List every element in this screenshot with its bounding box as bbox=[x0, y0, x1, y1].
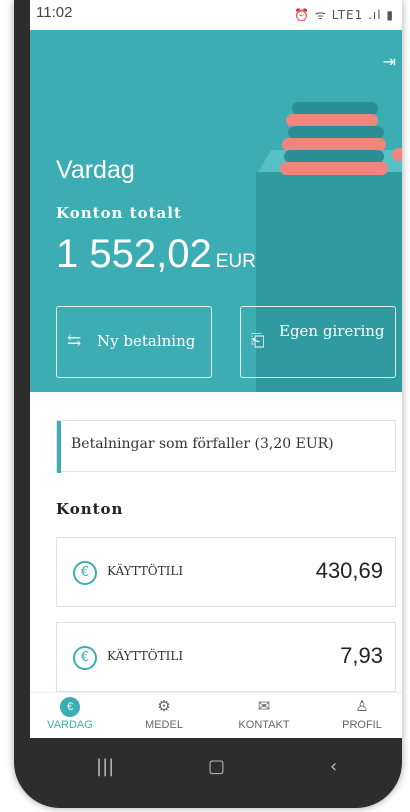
nav-vardag[interactable]: € VARDAG bbox=[30, 693, 110, 738]
new-payment-button[interactable]: ⇆ Ny betalning bbox=[56, 306, 212, 378]
wallet-icon: ⎗ bbox=[251, 331, 265, 351]
euro-icon: € bbox=[60, 697, 80, 717]
recent-apps-icon[interactable]: ||| bbox=[96, 756, 114, 777]
account-balance: 430,69 bbox=[315, 558, 383, 583]
status-time: 11:02 bbox=[36, 4, 73, 21]
nav-profil[interactable]: ♙ PROFIL bbox=[322, 693, 402, 738]
due-accent-bar bbox=[57, 421, 61, 473]
nav-label: VARDAG bbox=[47, 719, 93, 731]
total-amount: 1 552,02 EUR bbox=[56, 232, 256, 277]
due-payments-text: Betalningar som förfaller (3,20 EUR) bbox=[71, 436, 334, 452]
due-payments-card[interactable]: Betalningar som förfaller (3,20 EUR) bbox=[56, 420, 396, 473]
account-card[interactable]: € KÄYTTÖTILI 7,93 bbox=[56, 622, 396, 692]
own-transfer-button[interactable]: ⎗ Egen girering bbox=[240, 306, 396, 378]
coin-illustration bbox=[392, 148, 402, 161]
account-name: KÄYTTÖTILI bbox=[107, 649, 184, 663]
account-name: KÄYTTÖTILI bbox=[107, 564, 184, 578]
hero-banner: ⇥ Vardag Konton totalt 1 552,02 EUR ⇆ Ny … bbox=[30, 30, 402, 392]
nav-label: PROFIL bbox=[342, 719, 382, 731]
nav-kontakt[interactable]: ✉ KONTAKT bbox=[224, 693, 304, 738]
status-bar: 11:02 ⏰ ᯤ LTE1 .ıl ▮ bbox=[30, 0, 402, 30]
nav-label: MEDEL bbox=[145, 719, 183, 731]
accounts-heading: Konton bbox=[56, 500, 124, 518]
app-screen: 11:02 ⏰ ᯤ LTE1 .ıl ▮ ⇥ Vardag Konton tot… bbox=[30, 0, 402, 738]
nav-label: KONTAKT bbox=[238, 719, 290, 731]
own-transfer-label: Egen girering bbox=[279, 322, 385, 340]
total-amount-value: 1 552,02 bbox=[56, 232, 212, 276]
main-content: Betalningar som förfaller (3,20 EUR) Kon… bbox=[30, 392, 402, 692]
account-card[interactable]: € KÄYTTÖTILI 430,69 bbox=[56, 537, 396, 607]
envelope-icon: ✉ bbox=[257, 698, 271, 715]
account-balance: 7,93 bbox=[340, 643, 383, 668]
home-icon[interactable]: ▢ bbox=[208, 756, 225, 777]
transfer-arrows-icon: ⇆ bbox=[67, 331, 82, 351]
coin-illustration bbox=[280, 162, 388, 175]
nav-medel[interactable]: ⚙ MEDEL bbox=[124, 693, 204, 738]
back-icon[interactable]: ‹ bbox=[330, 756, 337, 777]
logout-icon[interactable]: ⇥ bbox=[383, 52, 396, 71]
euro-icon: € bbox=[73, 561, 97, 585]
total-label: Konton totalt bbox=[56, 204, 182, 222]
status-icons: ⏰ ᯤ LTE1 .ıl ▮ bbox=[294, 8, 394, 22]
new-payment-label: Ny betalning bbox=[97, 332, 196, 350]
page-title: Vardag bbox=[56, 156, 135, 184]
system-nav-bar: ||| ▢ ‹ bbox=[30, 740, 402, 800]
bottom-nav: € VARDAG ⚙ MEDEL ✉ KONTAKT ♙ PROFIL bbox=[30, 692, 402, 738]
person-icon: ♙ bbox=[355, 698, 369, 715]
total-amount-currency: EUR bbox=[215, 251, 256, 272]
safe-icon: ⚙ bbox=[157, 698, 171, 715]
euro-icon: € bbox=[73, 646, 97, 670]
